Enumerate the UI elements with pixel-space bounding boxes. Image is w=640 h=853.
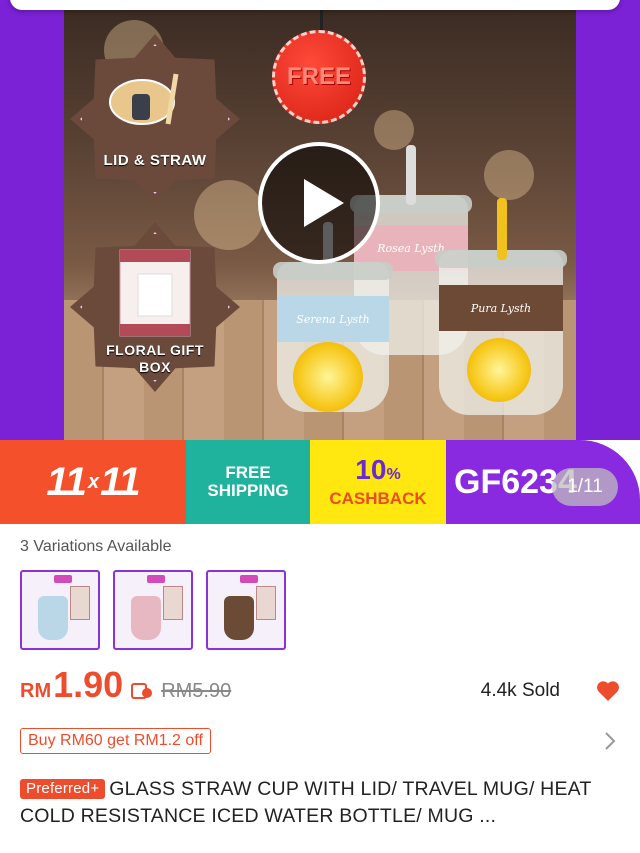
variation-cup	[224, 596, 254, 640]
lid-straw-badge: LID & STRAW	[70, 34, 240, 204]
currency-label: RM	[20, 680, 52, 702]
bokeh-light	[484, 150, 534, 200]
promo-11-11: 11 x 11	[0, 440, 186, 524]
promo-cashback: 10% CASHBACK	[310, 440, 446, 524]
variation-thumbnails	[20, 570, 286, 650]
current-price: 1.90	[53, 664, 124, 705]
badge-label: LID & STRAW	[103, 152, 207, 169]
lid-icon	[109, 73, 179, 125]
variation-cup	[131, 596, 161, 640]
heart-icon[interactable]	[596, 680, 620, 702]
image-counter: 1/11	[552, 468, 618, 506]
cashback-label: CASHBACK	[329, 488, 427, 508]
sold-count: 4.4k Sold	[480, 680, 560, 701]
product-image: Rosea Lysth Pura Lysth Serena Lysth LID …	[64, 0, 576, 440]
preferred-plus-badge: Preferred+	[20, 779, 106, 799]
product-title-text: GLASS STRAW CUP WITH LID/ TRAVEL MUG/ HE…	[20, 778, 592, 827]
promo-date-sep: x	[87, 470, 99, 493]
floral-gift-box-badge: FLORAL GIFT BOX	[70, 222, 240, 392]
brown-cup: Pura Lysth	[435, 198, 567, 415]
top-bar-edge	[10, 0, 620, 10]
promo-banner: 11 x 11 FREE SHIPPING 10% CASHBACK GF623…	[0, 440, 640, 524]
blue-cup: Serena Lysth	[273, 222, 393, 412]
free-shipping-line2: SHIPPING	[207, 481, 289, 500]
product-title: Preferred+ GLASS STRAW CUP WITH LID/ TRAV…	[20, 776, 624, 830]
free-shipping-line1: FREE	[225, 463, 271, 482]
product-image-carousel[interactable]: Rosea Lysth Pura Lysth Serena Lysth LID …	[0, 0, 640, 440]
original-price: RM5.90	[161, 680, 232, 702]
free-tag-text: FREE	[286, 63, 351, 90]
variations-label: 3 Variations Available	[20, 538, 172, 555]
promo-date-right: 11	[100, 459, 141, 504]
shop-voucher-chip[interactable]: Buy RM60 get RM1.2 off	[20, 728, 211, 754]
play-icon	[304, 179, 344, 227]
bokeh-light	[374, 110, 414, 150]
cashback-value: 10	[355, 453, 387, 485]
variation-cup	[38, 596, 68, 640]
cashback-pct: %	[386, 465, 401, 483]
variation-thumbnail[interactable]	[206, 570, 286, 650]
badge-label: FLORAL GIFT BOX	[106, 342, 204, 375]
free-tag: FREE	[272, 30, 366, 124]
gift-box-icon	[119, 249, 191, 337]
play-video-button[interactable]	[258, 142, 380, 264]
price-row: RM 1.90 RM5.90	[20, 664, 231, 706]
variation-thumbnail[interactable]	[20, 570, 100, 650]
chevron-right-icon[interactable]	[603, 731, 617, 751]
coins-cashback-icon	[131, 683, 153, 699]
promo-free-shipping: FREE SHIPPING	[186, 440, 310, 524]
variation-thumbnail[interactable]	[113, 570, 193, 650]
promo-date-left: 11	[46, 459, 87, 504]
